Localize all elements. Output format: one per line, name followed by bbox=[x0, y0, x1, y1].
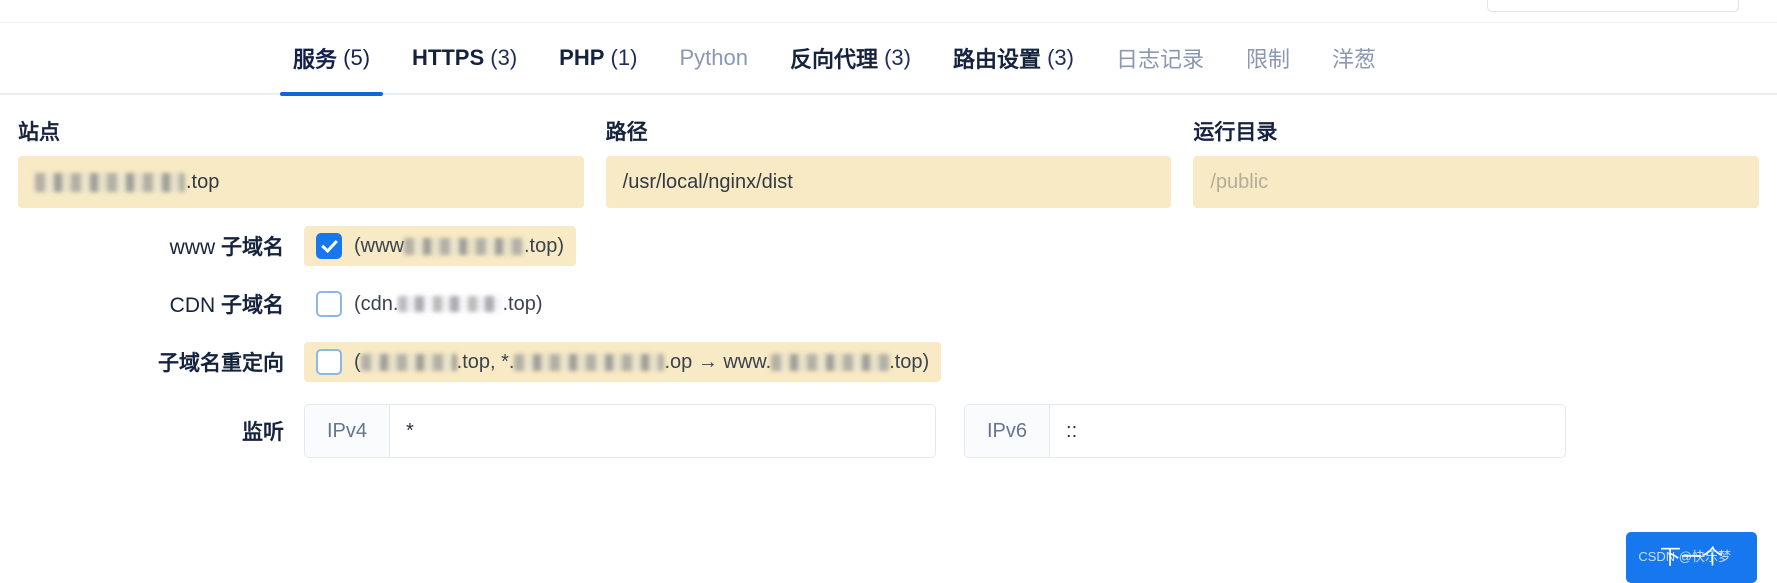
field-run-dir-input[interactable]: /public bbox=[1193, 156, 1759, 208]
tab-label: 日志记录 bbox=[1116, 42, 1204, 74]
redacted-redirect-domain-1 bbox=[361, 354, 457, 371]
redacted-cdn-domain bbox=[398, 296, 502, 312]
tab-bar: 服务 (5)HTTPS (3)PHP (1)Python反向代理 (3)路由设置… bbox=[0, 23, 1777, 95]
tab-label: 服务 bbox=[293, 42, 337, 74]
cdn-subdomain-text-close: .top) bbox=[502, 293, 542, 316]
listen-ipv4-group[interactable]: IPv4 * bbox=[304, 404, 936, 458]
field-run-dir: 运行目录 /public bbox=[1193, 121, 1759, 208]
redacted-www-domain bbox=[404, 238, 524, 255]
www-subdomain-checkbox[interactable] bbox=[316, 233, 342, 259]
tab-label: 反向代理 bbox=[790, 42, 878, 74]
form-footer: 下一个 CSDN @快乐梦 bbox=[1626, 532, 1757, 583]
field-site-value-suffix: .top bbox=[186, 171, 219, 194]
redirect-text-open: ( bbox=[354, 351, 361, 374]
listen-ipv6-addon: IPv6 bbox=[965, 405, 1050, 457]
cdn-subdomain-text-open: (cdn. bbox=[354, 293, 398, 316]
tab-label: Python bbox=[679, 45, 748, 71]
row-cdn-subdomain-label: CDN 子域名 bbox=[18, 289, 304, 319]
subdomain-redirect-control[interactable]: ( .top, *. .op → www. .top) bbox=[304, 342, 941, 382]
listen-ipv6-input[interactable]: :: bbox=[1050, 405, 1565, 457]
redacted-redirect-domain-2 bbox=[514, 354, 664, 371]
field-path-input[interactable]: /usr/local/nginx/dist bbox=[606, 156, 1172, 208]
tab-count: (3) bbox=[884, 45, 911, 71]
tab-1[interactable]: 服务 (5) bbox=[272, 22, 391, 94]
row-cdn-subdomain-label-suffix: 子域名 bbox=[221, 294, 284, 317]
next-button[interactable]: 下一个 bbox=[1626, 532, 1757, 583]
www-subdomain-text-close: .top) bbox=[524, 235, 564, 258]
field-site: 站点 .top bbox=[18, 121, 584, 208]
field-path-label: 路径 bbox=[606, 121, 1172, 144]
row-subdomain-redirect: 子域名重定向 ( .top, *. .op → www. .top) bbox=[18, 342, 1759, 382]
redirect-text-mid1: .top, *. bbox=[457, 351, 515, 374]
listen-ipv4-input[interactable]: * bbox=[390, 405, 935, 457]
tab-2[interactable]: HTTPS (3) bbox=[391, 22, 538, 94]
top-fields-row: 站点 .top 路径 /usr/local/nginx/dist 运行目录 /p… bbox=[18, 121, 1759, 208]
tab-count: (1) bbox=[611, 45, 638, 71]
tab-6[interactable]: 路由设置 (3) bbox=[932, 22, 1095, 94]
www-subdomain-text-open: (www bbox=[354, 235, 404, 258]
redirect-text-mid2: .op → www. bbox=[664, 351, 771, 374]
tab-label: 限制 bbox=[1246, 42, 1290, 74]
field-run-dir-label: 运行目录 bbox=[1193, 121, 1759, 144]
top-stub-bar bbox=[0, 0, 1777, 23]
tab-3[interactable]: PHP (1) bbox=[538, 22, 658, 94]
subdomain-redirect-checkbox[interactable] bbox=[316, 349, 342, 375]
redacted-domain bbox=[35, 173, 185, 192]
row-www-subdomain: www 子域名 (www .top) bbox=[18, 226, 1759, 266]
tab-count: (3) bbox=[1047, 45, 1074, 71]
tab-9[interactable]: 洋葱 bbox=[1311, 22, 1397, 94]
cdn-subdomain-checkbox[interactable] bbox=[316, 291, 342, 317]
subdomain-redirect-text: ( .top, *. .op → www. .top) bbox=[354, 351, 929, 374]
field-run-dir-placeholder: /public bbox=[1210, 171, 1268, 194]
www-subdomain-text: (www .top) bbox=[354, 235, 564, 258]
row-listen: 监听 IPv4 * IPv6 :: bbox=[18, 404, 1759, 458]
listen-ipv4-addon: IPv4 bbox=[305, 405, 390, 457]
redacted-redirect-domain-3 bbox=[771, 354, 889, 371]
row-www-subdomain-label-suffix: 子域名 bbox=[221, 236, 284, 259]
tab-label: 洋葱 bbox=[1332, 42, 1376, 74]
partial-search-input[interactable] bbox=[1487, 0, 1739, 12]
cdn-subdomain-text: (cdn. .top) bbox=[354, 293, 543, 316]
www-subdomain-control[interactable]: (www .top) bbox=[304, 226, 576, 266]
tab-4[interactable]: Python bbox=[658, 22, 769, 94]
tab-count: (5) bbox=[343, 45, 370, 71]
tab-7[interactable]: 日志记录 bbox=[1095, 22, 1225, 94]
row-subdomain-redirect-label: 子域名重定向 bbox=[18, 347, 304, 377]
field-site-input[interactable]: .top bbox=[18, 156, 584, 208]
cdn-subdomain-control[interactable]: (cdn. .top) bbox=[304, 284, 555, 324]
field-path: 路径 /usr/local/nginx/dist bbox=[606, 121, 1172, 208]
row-listen-label: 监听 bbox=[18, 416, 304, 446]
tab-5[interactable]: 反向代理 (3) bbox=[769, 22, 932, 94]
tab-8[interactable]: 限制 bbox=[1225, 22, 1311, 94]
tab-count: (3) bbox=[490, 45, 517, 71]
redirect-text-close: .top) bbox=[889, 351, 929, 374]
row-cdn-subdomain: CDN 子域名 (cdn. .top) bbox=[18, 284, 1759, 324]
field-path-value: /usr/local/nginx/dist bbox=[623, 171, 793, 194]
tab-label: HTTPS bbox=[412, 45, 484, 71]
row-www-subdomain-label-prefix: www bbox=[170, 236, 216, 259]
row-cdn-subdomain-label-prefix: CDN bbox=[170, 294, 216, 317]
row-www-subdomain-label: www 子域名 bbox=[18, 231, 304, 261]
tab-label: PHP bbox=[559, 45, 604, 71]
tab-label: 路由设置 bbox=[953, 42, 1041, 74]
field-site-label: 站点 bbox=[18, 121, 584, 144]
site-settings-form: 站点 .top 路径 /usr/local/nginx/dist 运行目录 /p… bbox=[0, 95, 1777, 458]
listen-ipv6-group[interactable]: IPv6 :: bbox=[964, 404, 1566, 458]
